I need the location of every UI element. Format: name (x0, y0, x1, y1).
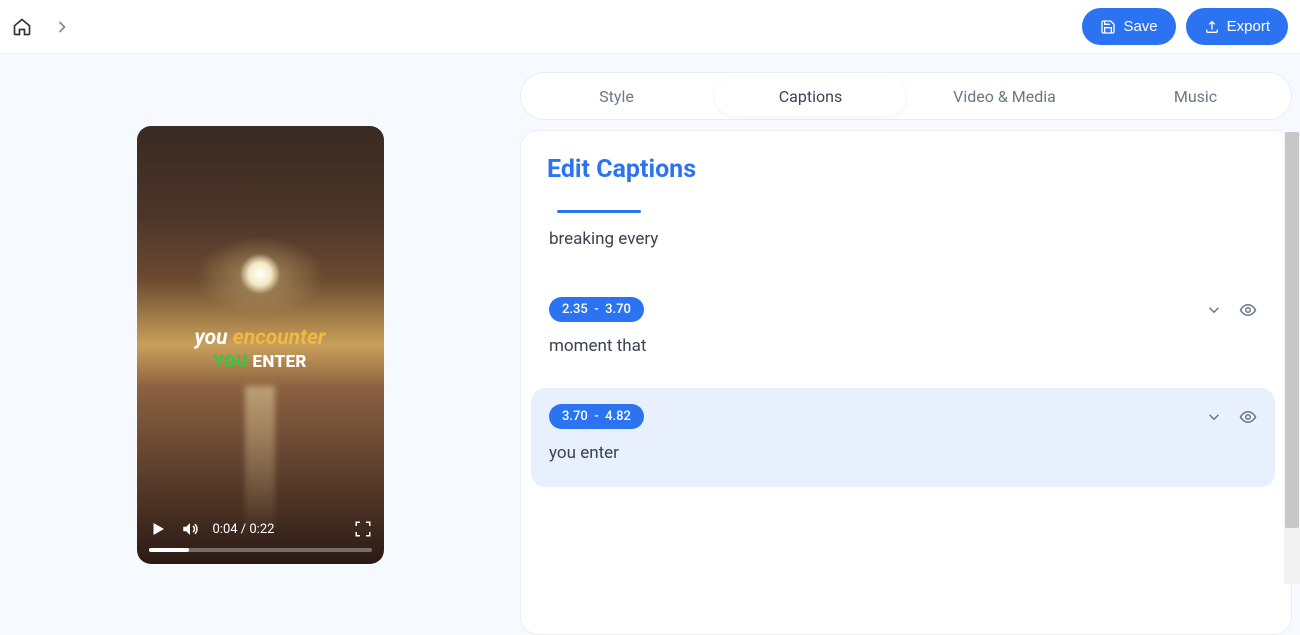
caption-underline (557, 210, 641, 213)
caption-text[interactable]: breaking every (549, 229, 1257, 249)
caption-head: 3.70 - 4.82 (549, 404, 1257, 429)
caption-head: x (549, 511, 1257, 536)
overlay-line-1: you encounter (137, 326, 384, 350)
caption-list[interactable]: breaking every 2.35 - 3.70 moment that (521, 194, 1291, 634)
video-controls-row: 0:04 / 0:22 (149, 520, 372, 538)
export-icon (1204, 19, 1220, 35)
chevron-down-icon[interactable] (1205, 301, 1223, 319)
right-column: Style Captions Video & Media Music Edit … (520, 54, 1300, 635)
overlay-line-2: YOU ENTER (137, 352, 384, 372)
export-button[interactable]: Export (1186, 8, 1288, 45)
overlay-line-2a: YOU (213, 352, 252, 372)
video-preview[interactable]: you encounter YOU ENTER 0:04 / 0:22 (137, 126, 384, 564)
caption-head: 2.35 - 3.70 (549, 297, 1257, 322)
header-right: Save Export (1082, 8, 1288, 45)
play-icon[interactable] (149, 520, 167, 538)
caption-item-active[interactable]: 3.70 - 4.82 you enter (531, 388, 1275, 487)
preview-column: you encounter YOU ENTER 0:04 / 0:22 (0, 54, 520, 635)
captions-panel: Edit Captions breaking every 2.35 - 3.70 (520, 130, 1292, 635)
header-bar: Save Export (0, 0, 1300, 54)
caption-item[interactable]: 2.35 - 3.70 moment that (531, 281, 1275, 380)
volume-icon[interactable] (181, 520, 199, 538)
video-time: 0:04 / 0:22 (213, 522, 275, 537)
caption-text[interactable]: you enter (549, 443, 1257, 463)
caption-text[interactable]: moment that (549, 336, 1257, 356)
chevron-right-icon[interactable] (52, 17, 72, 37)
chevron-down-icon[interactable] (1205, 408, 1223, 426)
fullscreen-icon[interactable] (354, 520, 372, 538)
tab-bar: Style Captions Video & Media Music (520, 72, 1292, 120)
header-left (12, 17, 72, 37)
progress-fill (149, 548, 189, 552)
home-icon[interactable] (12, 17, 32, 37)
outer-scroll-thumb[interactable] (1285, 132, 1299, 528)
time-badge[interactable]: 2.35 - 3.70 (549, 297, 644, 322)
overlay-line-1b: encounter (233, 326, 326, 350)
save-label: Save (1123, 18, 1157, 35)
panel-title: Edit Captions (521, 131, 1291, 194)
caption-overlay: you encounter YOU ENTER (137, 326, 384, 372)
tab-style[interactable]: Style (521, 77, 712, 116)
tab-music[interactable]: Music (1100, 77, 1291, 116)
tab-captions[interactable]: Captions (715, 77, 906, 116)
eye-icon[interactable] (1239, 301, 1257, 319)
outer-scrollbar[interactable] (1284, 132, 1300, 584)
tab-video-media[interactable]: Video & Media (909, 77, 1100, 116)
overlay-line-2b: ENTER (252, 352, 306, 372)
progress-bar[interactable] (149, 548, 372, 552)
caption-actions (1205, 408, 1257, 426)
caption-item[interactable]: x (531, 495, 1275, 596)
time-badge[interactable]: 3.70 - 4.82 (549, 404, 644, 429)
main-area: you encounter YOU ENTER 0:04 / 0:22 (0, 54, 1300, 635)
eye-icon[interactable] (1239, 408, 1257, 426)
overlay-line-1a: you (195, 326, 233, 350)
save-button[interactable]: Save (1082, 8, 1175, 45)
save-icon (1100, 19, 1116, 35)
sun (240, 254, 280, 294)
export-label: Export (1227, 18, 1270, 35)
video-controls: 0:04 / 0:22 (137, 510, 384, 564)
caption-actions (1205, 301, 1257, 319)
caption-item[interactable]: breaking every (531, 194, 1275, 273)
